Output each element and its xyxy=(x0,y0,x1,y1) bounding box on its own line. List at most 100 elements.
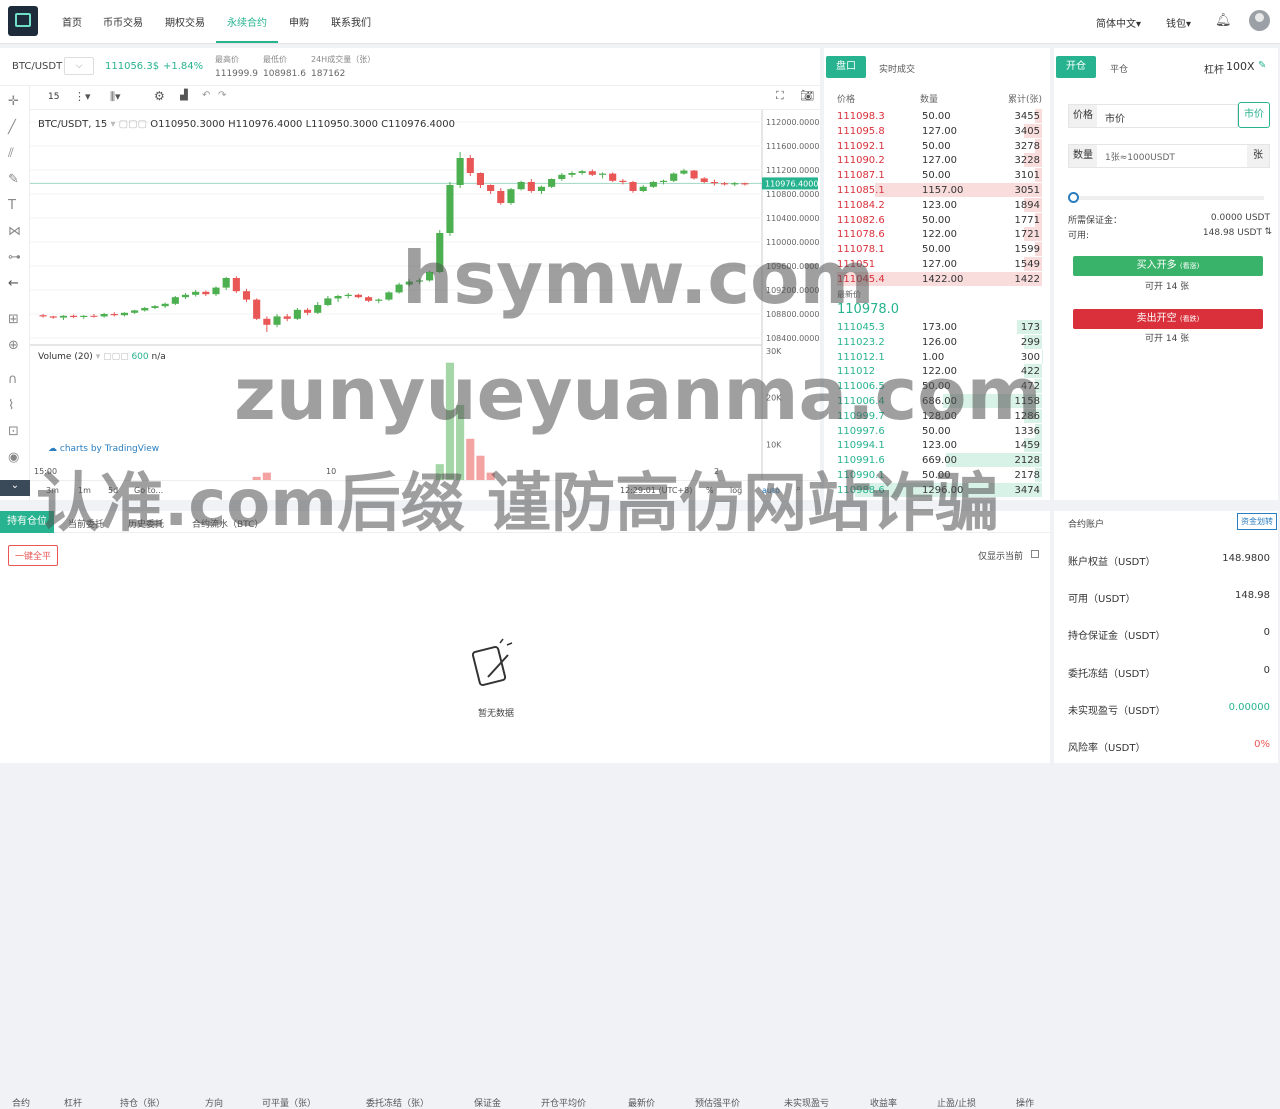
tab-open-orders[interactable]: 当前委托 xyxy=(68,517,104,530)
indicators-icon[interactable]: ▟ xyxy=(180,90,188,101)
bid-row[interactable]: 111045.3173.00173 xyxy=(826,320,1042,335)
bid-row[interactable]: 110997.650.001336 xyxy=(826,424,1042,439)
interval-select[interactable]: 15 xyxy=(48,92,59,102)
transfer-icon[interactable]: ⇅ xyxy=(1264,227,1272,237)
nav-options[interactable]: 期权交易 xyxy=(165,14,205,29)
ask-row[interactable]: 111087.150.003101 xyxy=(826,168,1042,183)
bid-row[interactable]: 110991.6669.002128 xyxy=(826,453,1042,468)
ask-row[interactable]: 111078.150.001599 xyxy=(826,242,1042,257)
redo-icon[interactable]: ↷ xyxy=(218,90,226,101)
tab-orderbook[interactable]: 盘口 xyxy=(826,56,866,78)
fib-icon[interactable]: ⫽ xyxy=(8,146,14,161)
tab-open[interactable]: 开仓 xyxy=(1056,56,1096,78)
crosshair-icon[interactable]: ✛ xyxy=(8,94,19,109)
edit-icon[interactable]: ✎ xyxy=(1258,60,1266,71)
search-icon[interactable]: ⌕ xyxy=(796,484,801,494)
leverage-value[interactable]: 100X xyxy=(1226,60,1255,73)
fullscreen-icon[interactable]: ⛶ xyxy=(776,89,784,103)
arrow-left-icon[interactable]: ← xyxy=(8,276,19,291)
logo[interactable] xyxy=(8,6,38,36)
close-all-button[interactable]: 一键全平 xyxy=(8,545,58,566)
ask-row[interactable]: 111090.2127.003228 xyxy=(826,153,1042,168)
lock-drawing-icon[interactable]: ⌇ xyxy=(8,398,14,413)
bid-row[interactable]: 111023.2126.00299 xyxy=(826,335,1042,350)
candle-type-icon[interactable]: ⫼▾ xyxy=(110,90,121,104)
ask-row[interactable]: 111084.2123.001894 xyxy=(826,198,1042,213)
tab-trades[interactable]: 实时成交 xyxy=(879,62,915,75)
ask-row[interactable]: 111051127.001549 xyxy=(826,257,1042,272)
only-current-checkbox[interactable] xyxy=(1031,550,1039,558)
nav-perpetual[interactable]: 永续合约 xyxy=(227,14,267,29)
goto-button[interactable]: Go to... xyxy=(134,486,163,495)
tradingview-attribution[interactable]: ☁ charts by TradingView xyxy=(48,444,159,454)
brush-icon[interactable]: ✎ xyxy=(8,172,19,187)
language-select[interactable]: 简体中文▾ xyxy=(1096,15,1141,30)
trendline-icon[interactable]: ╱ xyxy=(8,120,16,135)
row-price: 111098.3 xyxy=(837,111,885,122)
row-price: 111045.4 xyxy=(837,274,885,285)
bid-row[interactable]: 110988.61296.003474 xyxy=(826,483,1042,498)
interval-menu-icon[interactable]: ⋮▾ xyxy=(74,90,91,103)
bid-row[interactable]: 111012122.00422 xyxy=(826,364,1042,379)
text-icon[interactable]: T xyxy=(8,198,16,213)
lock-icon[interactable]: ⊡ xyxy=(8,424,19,439)
bid-row[interactable]: 110990.150.002178 xyxy=(826,468,1042,483)
ask-row[interactable]: 111078.6122.001721 xyxy=(826,227,1042,242)
legend-symbol: BTC/USDT, 15 xyxy=(38,119,107,130)
bid-row[interactable]: 111012.11.00300 xyxy=(826,350,1042,365)
bid-row[interactable]: 111006.4686.001158 xyxy=(826,394,1042,409)
bid-row[interactable]: 111006.550.00472 xyxy=(826,379,1042,394)
tab-positions[interactable]: 持有仓位 xyxy=(0,511,54,533)
candle-body xyxy=(375,300,382,301)
cloud-icon: ☁ xyxy=(48,444,60,454)
transfer-button[interactable]: 资金划转 xyxy=(1237,513,1277,530)
bell-icon[interactable]: 🔔︎ xyxy=(1215,13,1232,28)
bid-row[interactable]: 110994.1123.001459 xyxy=(826,438,1042,453)
tab-close[interactable]: 平仓 xyxy=(1110,62,1128,75)
price-field[interactable]: 价格 市价 xyxy=(1068,104,1238,128)
tab-order-history[interactable]: 历史委托 xyxy=(128,517,164,530)
magnet-icon[interactable]: ∩ xyxy=(8,372,18,387)
pair-dropdown[interactable]: ⌵ xyxy=(64,57,94,75)
pattern-icon[interactable]: ⋈ xyxy=(8,224,21,239)
quantity-field[interactable]: 数量 1张≈1000USDT 张 xyxy=(1068,144,1270,168)
buy-long-button[interactable]: 买入开多 (看涨) xyxy=(1073,256,1263,276)
ask-row[interactable]: 111045.41422.001422 xyxy=(826,272,1042,287)
price-tick: 110000.0000 xyxy=(766,238,819,247)
collapse-toolbar-icon[interactable]: ⌄ xyxy=(0,480,30,496)
avatar[interactable] xyxy=(1249,10,1270,31)
market-price-button[interactable]: 市价 xyxy=(1238,102,1270,128)
nav-home[interactable]: 首页 xyxy=(62,14,82,29)
ask-row[interactable]: 111085.11157.003051 xyxy=(826,183,1042,198)
settings-icon[interactable]: ⚙ xyxy=(154,89,165,103)
log-toggle[interactable]: log xyxy=(730,486,742,495)
nav-contact[interactable]: 联系我们 xyxy=(331,14,371,29)
percent-toggle[interactable]: % xyxy=(706,486,714,495)
zoom-in-icon[interactable]: ⊕ xyxy=(8,338,19,353)
auto-toggle[interactable]: auto xyxy=(762,486,780,495)
nav-subscribe[interactable]: 申购 xyxy=(289,14,309,29)
sell-short-button[interactable]: 卖出开空 (看跌) xyxy=(1073,309,1263,329)
ruler-icon[interactable]: ⊞ xyxy=(8,312,19,327)
tab-contract-flow[interactable]: 合约流水（BTC） xyxy=(192,517,263,530)
measure-icon[interactable]: ⊶ xyxy=(8,250,21,265)
ask-row[interactable]: 111098.350.003455 xyxy=(826,109,1042,124)
eye-icon[interactable]: ◉ xyxy=(8,450,19,465)
bid-row[interactable]: 110999.7128.001286 xyxy=(826,409,1042,424)
ask-row[interactable]: 111092.150.003278 xyxy=(826,139,1042,154)
price-chart[interactable]: 112000.0000111600.0000111200.0000110800.… xyxy=(30,110,820,480)
quantity-slider[interactable] xyxy=(1072,196,1264,200)
legend-controls: ▾ ▢▢▢ xyxy=(110,119,150,130)
slider-handle[interactable] xyxy=(1068,192,1079,203)
nav-spot[interactable]: 币币交易 xyxy=(103,14,143,29)
range-1m[interactable]: 1m xyxy=(78,486,91,495)
ask-row[interactable]: 111082.650.001771 xyxy=(826,213,1042,228)
range-5d[interactable]: 5d xyxy=(108,486,118,495)
ask-row[interactable]: 111095.8127.003405 xyxy=(826,124,1042,139)
camera-icon[interactable]: 📷︎ xyxy=(800,89,814,102)
range-3m[interactable]: 3m xyxy=(46,486,59,495)
undo-icon[interactable]: ↶ xyxy=(202,90,210,101)
high-value: 111999.9 xyxy=(215,69,258,79)
candle-body xyxy=(609,174,616,181)
wallet-menu[interactable]: 钱包▾ xyxy=(1166,15,1191,30)
